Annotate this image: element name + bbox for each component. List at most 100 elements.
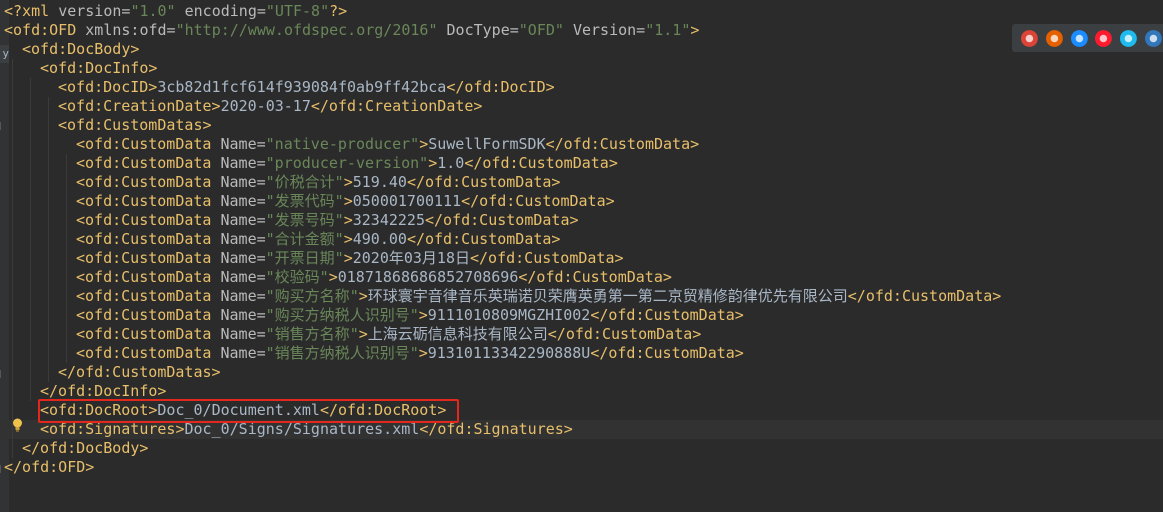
safari-icon[interactable] <box>1070 29 1089 48</box>
firefox-icon[interactable] <box>1045 29 1064 48</box>
code-line[interactable]: <ofd:DocBody> <box>0 40 139 59</box>
code-token: <ofd:CustomData <box>76 249 221 267</box>
code-token: </ofd:CustomData> <box>406 230 561 248</box>
code-token: Name= <box>220 154 266 172</box>
code-token: "native-producer" <box>265 135 420 153</box>
code-token: <?xml <box>4 2 59 20</box>
code-line[interactable]: <ofd:DocID>3cb82d1fcf614f939084f0ab9ff42… <box>0 78 555 97</box>
indent-guide <box>30 78 31 401</box>
code-token: > <box>419 135 429 153</box>
code-token: Name= <box>220 268 266 286</box>
code-token: "校验码" <box>265 268 329 286</box>
code-token: Name= <box>220 192 266 210</box>
browser-preview-bar <box>1012 24 1163 52</box>
ie-icon[interactable] <box>1119 29 1138 48</box>
code-token: <ofd:CustomData <box>76 173 221 191</box>
code-token: "销售方纳税人识别号" <box>265 344 419 362</box>
code-line[interactable]: <ofd:CustomDatas> <box>0 116 212 135</box>
code-editor[interactable]: <?xml version="1.0" encoding="UTF-8"?> <o… <box>0 2 1163 512</box>
code-token: <ofd:CustomData <box>76 325 221 343</box>
chrome-icon[interactable] <box>1020 29 1039 48</box>
opera-icon[interactable] <box>1094 29 1113 48</box>
code-token: Name= <box>220 249 266 267</box>
code-token: <ofd:CustomData <box>76 306 221 324</box>
code-line[interactable]: <ofd:CreationDate>2020-03-17</ofd:Creati… <box>0 97 482 116</box>
code-token: <ofd:CustomData <box>76 268 221 286</box>
code-token: </ofd:CustomData> <box>470 249 624 267</box>
code-token: "producer-version" <box>265 154 429 172</box>
code-token: > <box>418 306 428 324</box>
code-token: </ofd:CreationDate> <box>310 97 483 115</box>
code-token: </ofd:CustomData> <box>545 135 700 153</box>
code-token: > <box>343 249 353 267</box>
code-line[interactable]: <ofd:CustomData Name="销售方名称">上海云砺信息科技有限公… <box>0 325 701 344</box>
code-token: <ofd:DocID> <box>58 78 158 96</box>
code-token: DocType= <box>437 21 519 39</box>
code-token: > <box>343 192 353 210</box>
code-token: "发票号码" <box>265 211 344 229</box>
code-token: </ofd:CustomData> <box>590 306 744 324</box>
code-token: "http://www.ofdspec.org/2016" <box>175 21 438 39</box>
code-line[interactable]: <ofd:CustomData Name="发票代码">050001700111… <box>0 192 615 211</box>
code-token: encoding= <box>175 2 266 20</box>
code-line[interactable]: <ofd:CustomData Name="价税合计">519.40</ofd:… <box>0 173 560 192</box>
code-token: Version= <box>563 21 646 39</box>
code-token: </ofd:CustomData> <box>406 173 561 191</box>
code-token: </ofd:CustomData> <box>847 287 1002 305</box>
docroot-highlight-box <box>38 399 459 423</box>
code-line[interactable]: <ofd:CustomData Name="开票日期">2020年03月18日<… <box>0 249 624 268</box>
code-token: 91310113342290888U <box>427 344 591 362</box>
code-token: <ofd:CustomData <box>76 135 221 153</box>
code-token: </ofd:OFD> <box>4 458 95 476</box>
code-line[interactable]: <ofd:CustomData Name="native-producer">S… <box>0 135 699 154</box>
code-line[interactable]: <ofd:CustomData Name="销售方纳税人识别号">9131011… <box>0 344 744 363</box>
code-token: Name= <box>220 344 266 362</box>
code-token: > <box>690 21 700 39</box>
indent-guide <box>48 97 49 382</box>
code-token: </ofd:DocID> <box>446 78 555 96</box>
code-token: <ofd:CustomData <box>76 287 221 305</box>
code-token: </ofd:CustomDatas> <box>58 363 221 381</box>
code-line[interactable]: <ofd:CustomData Name="购买方纳税人识别号">9111010… <box>0 306 744 325</box>
code-token: 环球寰宇音律音乐英瑞诺贝荣膺英勇第一第二京贸精修韵律优先有限公司 <box>367 287 848 305</box>
code-line[interactable]: <ofd:CustomData Name="合计金额">490.00</ofd:… <box>0 230 560 249</box>
code-token: 01871868686852708696 <box>337 268 519 286</box>
code-token: Name= <box>220 135 266 153</box>
code-line[interactable]: <ofd:CustomData Name="发票号码">32342225</of… <box>0 211 579 230</box>
code-token: "销售方名称" <box>265 325 359 343</box>
code-token: Name= <box>220 306 266 324</box>
code-token: "OFD" <box>518 21 564 39</box>
code-line[interactable]: <ofd:CustomData Name="购买方名称">环球寰宇音律音乐英瑞诺… <box>0 287 1001 306</box>
code-token: </ofd:DocBody> <box>22 439 149 457</box>
code-token: 32342225 <box>352 211 425 229</box>
code-token: 490.00 <box>352 230 407 248</box>
code-token: </ofd:CustomData> <box>464 154 618 172</box>
code-line[interactable]: <?xml version="1.0" encoding="UTF-8"?> <box>0 2 347 21</box>
code-token: <ofd:CustomData <box>76 192 221 210</box>
code-token: > <box>418 344 428 362</box>
code-token: <ofd:CustomData <box>76 154 221 172</box>
code-line[interactable]: <ofd:CustomData Name="校验码">0187186868685… <box>0 268 672 287</box>
code-token: Name= <box>220 287 266 305</box>
code-token: </ofd:CustomData> <box>518 268 672 286</box>
code-token: > <box>343 173 353 191</box>
code-token: > <box>343 211 353 229</box>
code-token: "开票日期" <box>265 249 344 267</box>
code-token: "购买方名称" <box>265 287 359 305</box>
code-token: "合计金额" <box>265 230 344 248</box>
edge-icon[interactable] <box>1144 29 1163 48</box>
code-token: <ofd:CustomData <box>76 230 221 248</box>
code-token: 050001700111 <box>352 192 462 210</box>
code-line[interactable]: <ofd:CustomData Name="producer-version">… <box>0 154 618 173</box>
code-token: "1.0" <box>130 2 176 20</box>
code-token: 1.0 <box>437 154 465 172</box>
code-token: 2020-03-17 <box>220 97 311 115</box>
code-line[interactable]: </ofd:DocBody> <box>0 439 148 458</box>
code-line[interactable]: </ofd:OFD> <box>0 458 94 477</box>
code-line[interactable]: <ofd:DocInfo> <box>0 59 157 78</box>
code-token: </ofd:DocInfo> <box>40 382 167 400</box>
code-line[interactable]: <ofd:OFD xmlns:ofd="http://www.ofdspec.o… <box>0 21 699 40</box>
code-line[interactable]: </ofd:CustomDatas> <box>0 363 221 382</box>
lightbulb-icon[interactable] <box>12 418 23 432</box>
code-token: ?> <box>329 2 348 20</box>
